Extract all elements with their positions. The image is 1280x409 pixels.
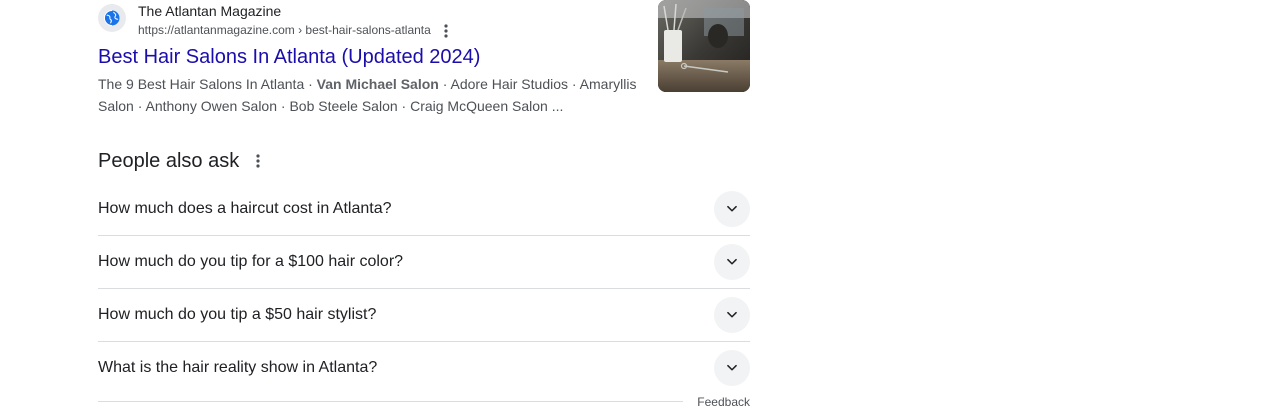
people-also-ask-menu-button[interactable]	[251, 151, 265, 171]
question-text: What is the hair reality show in Atlanta…	[98, 359, 378, 376]
three-dots-vertical-icon	[256, 154, 260, 168]
three-dots-vertical-icon	[444, 24, 448, 38]
feedback-link[interactable]: Feedback	[697, 394, 750, 409]
question-item[interactable]: What is the hair reality show in Atlanta…	[98, 342, 750, 394]
result-more-options-button[interactable]	[438, 22, 454, 40]
expand-question-button[interactable]	[714, 191, 750, 227]
question-item[interactable]: How much does a haircut cost in Atlanta?	[98, 183, 750, 236]
snippet-emphasis: Van Michael Salon	[316, 76, 439, 92]
expand-question-button[interactable]	[714, 297, 750, 333]
chevron-down-icon	[727, 258, 737, 265]
chevron-down-icon	[727, 311, 737, 318]
expand-question-button[interactable]	[714, 244, 750, 280]
snippet-text-start: The 9 Best Hair Salons In Atlanta ·	[98, 76, 317, 92]
people-also-ask-header: People also ask	[98, 147, 265, 175]
result-source[interactable]: The Atlantan Magazine https://atlantanma…	[98, 2, 638, 38]
result-title-link[interactable]: Best Hair Salons In Atlanta (Updated 202…	[98, 44, 480, 70]
divider	[98, 401, 683, 402]
expand-question-button[interactable]	[714, 350, 750, 386]
result-thumbnail[interactable]	[658, 0, 750, 92]
chevron-down-icon	[727, 205, 737, 212]
chevron-down-icon	[727, 364, 737, 371]
question-text: How much do you tip for a $100 hair colo…	[98, 253, 404, 270]
question-text: How much does a haircut cost in Atlanta?	[98, 200, 392, 217]
site-url: https://atlantanmagazine.com › best-hair…	[138, 23, 431, 37]
feedback-row: Feedback	[98, 393, 750, 409]
result-snippet: The 9 Best Hair Salons In Atlanta · Van …	[98, 73, 646, 117]
globe-icon	[98, 4, 126, 32]
search-result: The Atlantan Magazine https://atlantanma…	[98, 0, 750, 120]
question-text: How much do you tip a $50 hair stylist?	[98, 306, 377, 323]
question-item[interactable]: How much do you tip a $50 hair stylist?	[98, 289, 750, 342]
site-name: The Atlantan Magazine	[138, 3, 282, 19]
people-also-ask-list: How much does a haircut cost in Atlanta?…	[98, 183, 750, 394]
people-also-ask-title: People also ask	[98, 150, 240, 172]
search-results-page: The Atlantan Magazine https://atlantanma…	[0, 0, 1280, 409]
question-item[interactable]: How much do you tip for a $100 hair colo…	[98, 236, 750, 289]
